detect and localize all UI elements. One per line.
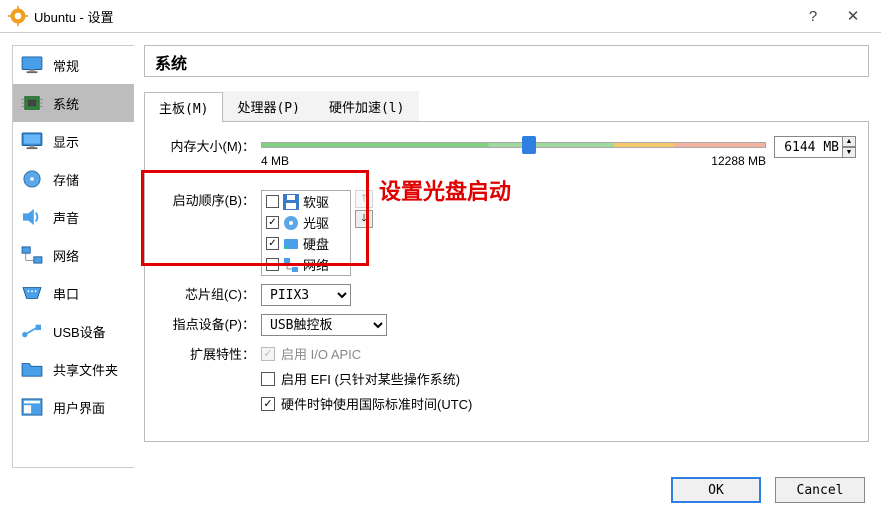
- window-title: Ubuntu - 设置: [34, 7, 793, 26]
- usb-icon: [21, 322, 43, 340]
- boot-order-list[interactable]: 软驱 ✓光驱 ✓硬盘 网络: [261, 190, 351, 276]
- sidebar-item-label: USB设备: [53, 322, 106, 341]
- help-button[interactable]: ?: [793, 8, 833, 25]
- sidebar-item-label: 网络: [53, 246, 79, 265]
- slider-thumb[interactable]: [522, 136, 536, 154]
- checkbox[interactable]: ✓: [266, 237, 279, 250]
- boot-label: 启动顺序(B)：: [157, 190, 261, 212]
- sidebar-item-label: 串口: [53, 284, 79, 303]
- sidebar-item-label: 显示: [53, 132, 79, 151]
- boot-item-floppy[interactable]: 软驱: [262, 191, 350, 212]
- display-icon: [21, 132, 43, 150]
- serial-icon: [21, 284, 43, 302]
- boot-item-optical[interactable]: ✓光驱: [262, 212, 350, 233]
- chipset-label: 芯片组(C)：: [157, 284, 261, 306]
- sidebar-item-shared[interactable]: 共享文件夹: [13, 350, 134, 388]
- boot-item-network[interactable]: 网络: [262, 254, 350, 275]
- sidebar-item-label: 常规: [53, 56, 79, 75]
- net-icon: [283, 257, 299, 273]
- slider-min: 4 MB: [261, 154, 289, 168]
- section-title: 系统: [144, 45, 869, 77]
- ext-io-apic[interactable]: ✓启用 I/O APIC: [261, 344, 472, 363]
- memory-slider[interactable]: 4 MB 12288 MB ▲▼: [261, 136, 856, 176]
- sidebar-item-audio[interactable]: 声音: [13, 198, 134, 236]
- checkbox[interactable]: ✓: [261, 397, 275, 411]
- sidebar-item-network[interactable]: 网络: [13, 236, 134, 274]
- cancel-button[interactable]: Cancel: [775, 477, 865, 503]
- pointing-label: 指点设备(P)：: [157, 314, 261, 336]
- main-panel: 系统 主板(M) 处理器(P) 硬件加速(l) 内存大小(M)： 4 MB 12…: [144, 45, 869, 468]
- checkbox[interactable]: ✓: [266, 216, 279, 229]
- speaker-icon: [21, 208, 43, 226]
- storage-icon: [21, 170, 43, 188]
- titlebar: Ubuntu - 设置 ? ✕: [0, 0, 881, 33]
- chip-icon: [21, 94, 43, 112]
- sidebar-item-display[interactable]: 显示: [13, 122, 134, 160]
- spinner-down[interactable]: ▼: [842, 147, 856, 158]
- sidebar: 常规 系统 显示 存储 声音 网络 串口 USB设备 共享文件夹 用户界面: [12, 45, 134, 468]
- ext-utc[interactable]: ✓硬件时钟使用国际标准时间(UTC): [261, 394, 472, 413]
- sidebar-item-label: 共享文件夹: [53, 360, 118, 379]
- slider-max: 12288 MB: [711, 154, 766, 168]
- close-button[interactable]: ✕: [833, 7, 873, 25]
- boot-item-hdd[interactable]: ✓硬盘: [262, 233, 350, 254]
- spinner-up[interactable]: ▲: [842, 136, 856, 147]
- checkbox[interactable]: [266, 195, 279, 208]
- ext-efi[interactable]: 启用 EFI (只针对某些操作系统): [261, 369, 472, 388]
- move-down-button[interactable]: 🡓: [355, 210, 373, 228]
- gear-icon: [8, 6, 28, 26]
- folder-icon: [21, 360, 43, 378]
- ui-icon: [21, 398, 43, 416]
- checkbox[interactable]: [261, 372, 275, 386]
- tab-processor[interactable]: 处理器(P): [222, 91, 314, 121]
- ext-label: 扩展特性：: [157, 344, 261, 366]
- sidebar-item-general[interactable]: 常规: [13, 46, 134, 84]
- sidebar-item-label: 存储: [53, 170, 79, 189]
- memory-label: 内存大小(M)：: [157, 136, 261, 158]
- network-icon: [21, 246, 43, 264]
- sidebar-item-storage[interactable]: 存储: [13, 160, 134, 198]
- sidebar-item-label: 声音: [53, 208, 79, 227]
- sidebar-item-label: 用户界面: [53, 398, 105, 417]
- callout-text: 设置光盘启动: [379, 174, 511, 206]
- cd-icon: [283, 215, 299, 231]
- sidebar-item-serial[interactable]: 串口: [13, 274, 134, 312]
- sidebar-item-system[interactable]: 系统: [13, 84, 134, 122]
- sidebar-item-ui[interactable]: 用户界面: [13, 388, 134, 426]
- footer: OK Cancel: [0, 468, 881, 512]
- chipset-select[interactable]: PIIX3: [261, 284, 351, 306]
- checkbox[interactable]: ✓: [261, 347, 275, 361]
- floppy-icon: [283, 194, 299, 210]
- move-up-button[interactable]: 🡑: [355, 190, 373, 208]
- sidebar-item-label: 系统: [53, 94, 79, 113]
- tab-motherboard[interactable]: 主板(M): [144, 92, 223, 122]
- sidebar-item-usb[interactable]: USB设备: [13, 312, 134, 350]
- hdd-icon: [283, 236, 299, 252]
- pointing-select[interactable]: USB触控板: [261, 314, 387, 336]
- monitor-icon: [21, 56, 43, 74]
- tab-panel: 内存大小(M)： 4 MB 12288 MB ▲▼ 启动顺序(B)： 软驱 ✓光…: [144, 122, 869, 442]
- checkbox[interactable]: [266, 258, 279, 271]
- tab-accel[interactable]: 硬件加速(l): [314, 91, 419, 121]
- ok-button[interactable]: OK: [671, 477, 761, 503]
- tabs: 主板(M) 处理器(P) 硬件加速(l): [144, 91, 869, 122]
